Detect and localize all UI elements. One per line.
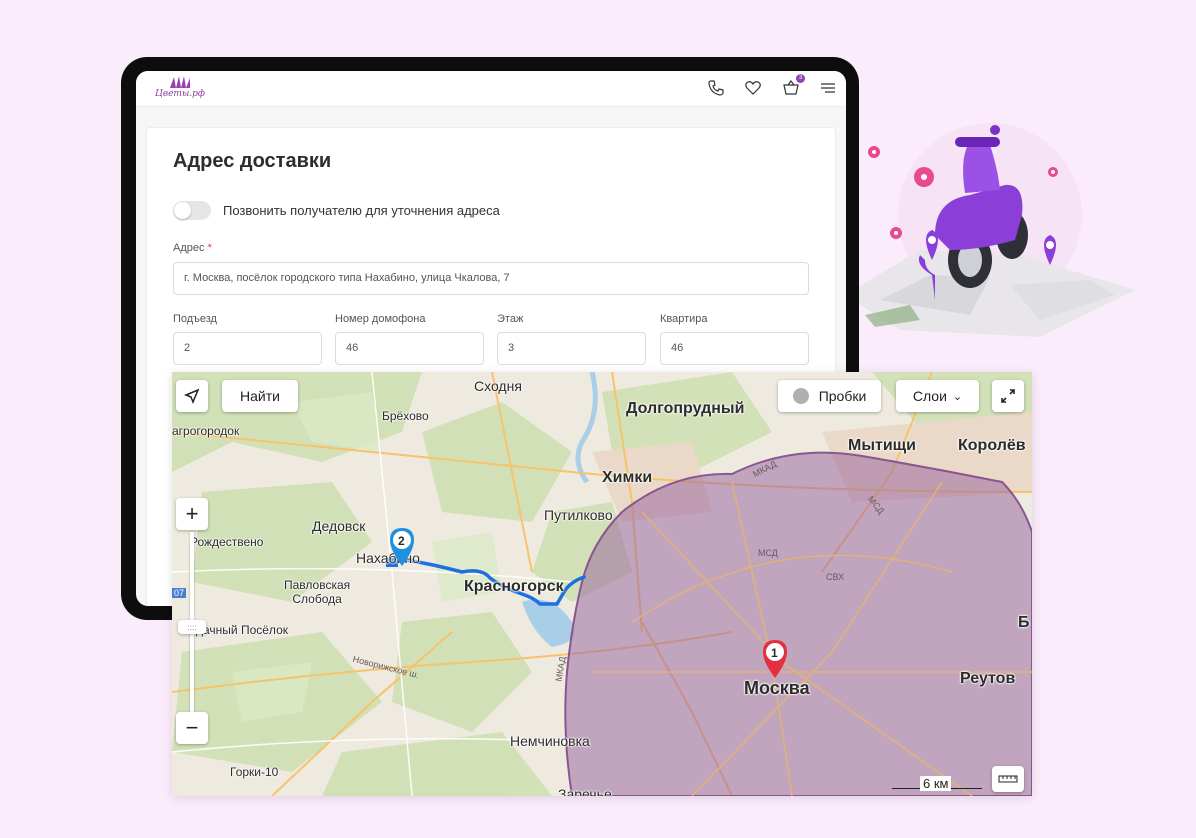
address-input[interactable]: г. Москва, посёлок городского типа Нахаб… — [173, 262, 809, 295]
road-msd-2: МСД — [758, 548, 778, 558]
traffic-label: Пробки — [818, 388, 867, 404]
traffic-icon — [792, 388, 809, 404]
scooter-illustration — [845, 123, 1135, 337]
toggle-knob — [174, 202, 191, 219]
place-b: Б — [1018, 614, 1030, 631]
place-nemchinovka: Немчиновка — [510, 733, 590, 749]
place-krasnogorsk: Красногорск — [464, 578, 564, 595]
place-brekhovo: Брёхово — [382, 409, 429, 423]
place-putilkovo: Путилково — [544, 507, 613, 523]
entrance-input[interactable]: 2 — [173, 332, 322, 365]
place-dolgoprudny: Долгопрудный — [626, 400, 745, 417]
floor-label: Этаж — [497, 313, 524, 325]
heart-icon[interactable] — [743, 78, 763, 98]
place-moskva: Москва — [744, 678, 810, 698]
traffic-button[interactable]: Пробки — [778, 380, 881, 412]
place-khimki: Химки — [602, 469, 653, 486]
place-reutov: Реутов — [960, 670, 1016, 687]
phone-icon[interactable] — [706, 78, 726, 98]
page-title: Адрес доставки — [173, 150, 332, 172]
scale-label: 6 км — [920, 776, 952, 791]
intercom-input[interactable]: 46 — [335, 332, 484, 365]
place-zarechye: Заречье — [558, 786, 612, 796]
entrance-label: Подъезд — [173, 313, 217, 325]
floor-input[interactable]: 3 — [497, 332, 646, 365]
layers-label: Слои — [912, 388, 947, 404]
find-button[interactable]: Найти — [222, 380, 298, 412]
place-gorki: Горки-10 — [230, 765, 279, 779]
cart-button[interactable]: 3 — [781, 74, 805, 98]
place-korolev: Королёв — [958, 437, 1026, 454]
place-agrogorodok: агрогородок — [172, 424, 240, 438]
apartment-input[interactable]: 46 — [660, 332, 809, 365]
ruler-button[interactable] — [992, 766, 1024, 792]
place-rozhdestveno: Рождествено — [190, 535, 264, 549]
place-pavlovskaya-sloboda: Павловская Слобода — [284, 578, 351, 606]
ruler-icon — [998, 775, 1018, 783]
fullscreen-button[interactable] — [992, 380, 1024, 412]
address-label-text: Адрес — [173, 242, 205, 254]
cart-badge: 3 — [796, 74, 805, 83]
intercom-label: Номер домофона — [335, 313, 426, 325]
chevron-down-icon: ⌄ — [952, 390, 963, 403]
zoom-slider-handle[interactable]: :::: — [178, 620, 206, 634]
marker-2-label: 2 — [398, 534, 405, 548]
required-mark: * — [207, 242, 212, 254]
address-label: Адрес * — [173, 242, 212, 254]
call-recipient-label: Позвонить получателю для уточнения адрес… — [223, 203, 500, 218]
call-recipient-toggle[interactable] — [173, 201, 211, 220]
top-bar: Цветы.рф 3 — [136, 71, 846, 107]
zoom-out-button[interactable]: − — [176, 712, 208, 744]
place-dedovsk: Дедовск — [312, 518, 366, 534]
zoom-in-button[interactable]: + — [176, 498, 208, 530]
menu-icon[interactable] — [818, 78, 838, 98]
route-badge: 07 — [172, 588, 187, 598]
delivery-map[interactable]: Сходня Долгопрудный Брёхово агрогородок … — [172, 372, 1032, 796]
road-svh: СВХ — [826, 572, 845, 582]
logo-text: Цветы.рф — [155, 89, 205, 99]
place-dachny: дачный Посёлок — [196, 623, 288, 637]
geolocation-button[interactable] — [176, 380, 208, 412]
place-mytishchi: Мытищи — [848, 437, 916, 454]
location-arrow-icon — [184, 388, 200, 404]
marker-1-label: 1 — [771, 646, 778, 660]
layers-button[interactable]: Слои ⌄ — [896, 380, 979, 412]
place-shodnya: Сходня — [474, 378, 522, 394]
apartment-label: Квартира — [660, 313, 708, 325]
expand-icon — [1001, 389, 1015, 403]
